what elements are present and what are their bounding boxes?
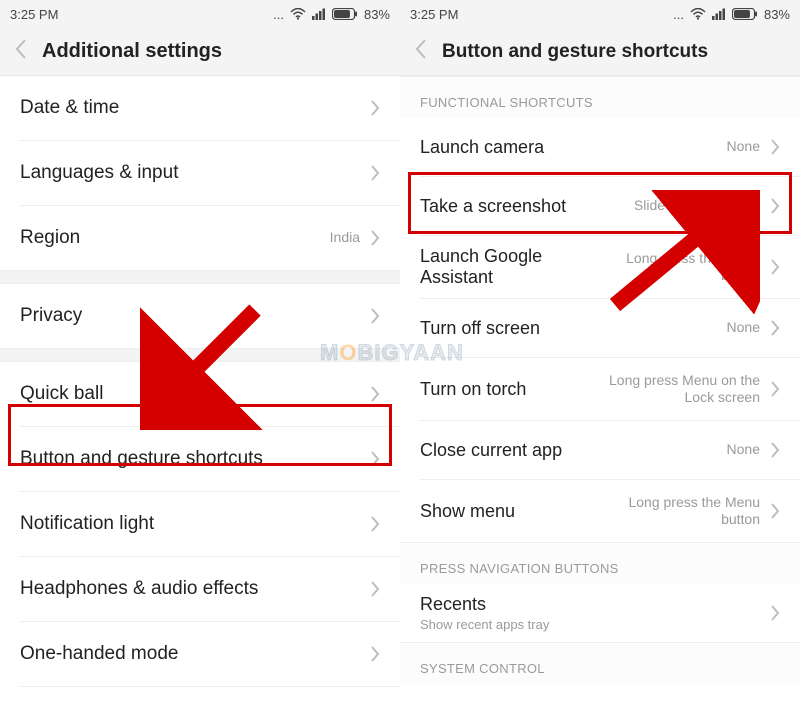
chevron-right-icon (770, 381, 780, 397)
row-label: Button and gesture shortcuts (20, 448, 263, 470)
row-show-menu[interactable]: Show menu Long press the Menu button (400, 480, 800, 542)
chevron-right-icon (770, 503, 780, 519)
chevron-right-icon (770, 259, 780, 275)
row-date-time[interactable]: Date & time (0, 76, 400, 140)
row-value: None (727, 319, 760, 337)
battery-icon (332, 8, 358, 20)
status-icons: ... 83% (273, 7, 390, 22)
signal-icon (712, 8, 726, 20)
row-region[interactable]: Region India (0, 206, 400, 270)
row-label: Show menu (420, 501, 515, 522)
phone-right: 3:25 PM ... 83% Button and gesture short… (400, 0, 800, 710)
row-label: Take a screenshot (420, 196, 566, 217)
header: Additional settings (0, 28, 400, 76)
back-button[interactable] (414, 38, 428, 65)
wifi-icon (290, 8, 306, 20)
shortcuts-list: FUNCTIONAL SHORTCUTS Launch camera None … (400, 76, 800, 684)
row-label: Headphones & audio effects (20, 578, 258, 600)
status-icons: ... 83% (673, 7, 790, 22)
row-accessibility[interactable]: Accessibility (0, 687, 400, 710)
row-label: Launch camera (420, 137, 544, 158)
row-label: One-handed mode (20, 643, 178, 665)
header: Button and gesture shortcuts (400, 28, 800, 76)
chevron-right-icon (370, 165, 380, 181)
row-label: Languages & input (20, 162, 178, 184)
row-value: Slide 3 fingers down (634, 197, 760, 215)
status-battery: 83% (764, 7, 790, 22)
phone-left: 3:25 PM ... 83% Additional settings Date… (0, 0, 400, 710)
row-value: India (330, 229, 360, 247)
back-button[interactable] (14, 38, 28, 65)
row-button-gesture-shortcuts[interactable]: Button and gesture shortcuts (0, 427, 400, 491)
row-label: Launch Google Assistant (420, 246, 604, 287)
row-value: Long press Menu on the Lock screen (590, 372, 760, 407)
row-turn-off-screen[interactable]: Turn off screen None (400, 299, 800, 357)
chevron-right-icon (770, 198, 780, 214)
settings-list: Date & time Languages & input Region Ind… (0, 76, 400, 710)
chevron-right-icon (370, 451, 380, 467)
row-close-current-app[interactable]: Close current app None (400, 421, 800, 479)
chevron-left-icon (14, 38, 28, 60)
signal-icon (312, 8, 326, 20)
chevron-left-icon (414, 38, 428, 60)
row-notification-light[interactable]: Notification light (0, 492, 400, 556)
row-label: Date & time (20, 97, 119, 119)
row-recents[interactable]: Recents Show recent apps tray (400, 584, 800, 642)
screenshot-pair: 3:25 PM ... 83% Additional settings Date… (0, 0, 800, 710)
row-label: Close current app (420, 440, 562, 461)
chevron-right-icon (370, 516, 380, 532)
chevron-right-icon (370, 100, 380, 116)
chevron-right-icon (770, 605, 780, 621)
battery-icon (732, 8, 758, 20)
row-languages-input[interactable]: Languages & input (0, 141, 400, 205)
row-headphones-audio[interactable]: Headphones & audio effects (0, 557, 400, 621)
chevron-right-icon (370, 581, 380, 597)
page-title: Button and gesture shortcuts (442, 41, 708, 63)
row-subtitle: Show recent apps tray (420, 617, 549, 632)
status-time: 3:25 PM (410, 7, 458, 22)
section-press-nav-buttons: PRESS NAVIGATION BUTTONS (400, 542, 800, 584)
row-label: Turn on torch (420, 379, 526, 400)
row-launch-camera[interactable]: Launch camera None (400, 118, 800, 176)
chevron-right-icon (770, 442, 780, 458)
row-one-handed-mode[interactable]: One-handed mode (0, 622, 400, 686)
row-privacy[interactable]: Privacy (0, 284, 400, 348)
row-label: Turn off screen (420, 318, 540, 339)
chevron-right-icon (770, 320, 780, 336)
status-time: 3:25 PM (10, 7, 58, 22)
row-quick-ball[interactable]: Quick ball (0, 362, 400, 426)
wifi-icon (690, 8, 706, 20)
row-take-screenshot[interactable]: Take a screenshot Slide 3 fingers down (400, 177, 800, 235)
more-icon: ... (673, 7, 684, 22)
status-bar: 3:25 PM ... 83% (0, 0, 400, 28)
more-icon: ... (273, 7, 284, 22)
row-label: Notification light (20, 513, 154, 535)
row-turn-on-torch[interactable]: Turn on torch Long press Menu on the Loc… (400, 358, 800, 420)
row-value: Long press the Home button (604, 250, 760, 285)
status-bar: 3:25 PM ... 83% (400, 0, 800, 28)
chevron-right-icon (370, 646, 380, 662)
section-system-control: SYSTEM CONTROL (400, 642, 800, 684)
status-battery: 83% (364, 7, 390, 22)
row-label: Region (20, 227, 80, 249)
chevron-right-icon (370, 386, 380, 402)
row-value: None (727, 441, 760, 459)
row-value: None (727, 138, 760, 156)
row-label: Privacy (20, 305, 82, 327)
row-value: Long press the Menu button (590, 494, 760, 529)
row-label: Quick ball (20, 383, 103, 405)
chevron-right-icon (370, 230, 380, 246)
row-label: Recents (420, 594, 486, 615)
chevron-right-icon (770, 139, 780, 155)
page-title: Additional settings (42, 40, 222, 63)
chevron-right-icon (370, 308, 380, 324)
section-functional-shortcuts: FUNCTIONAL SHORTCUTS (400, 76, 800, 118)
row-launch-google-assistant[interactable]: Launch Google Assistant Long press the H… (400, 236, 800, 298)
